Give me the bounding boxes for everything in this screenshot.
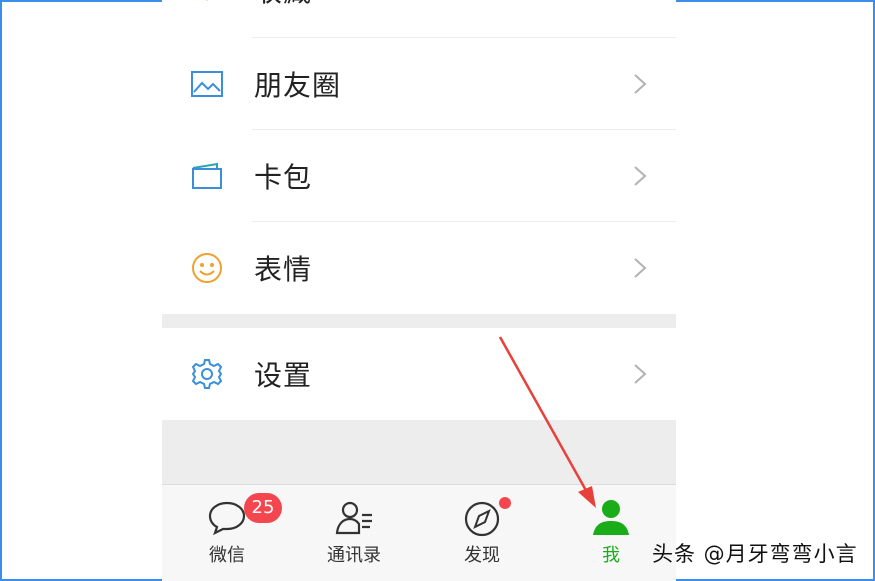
tab-label: 我 bbox=[602, 545, 620, 566]
menu-item-stickers[interactable]: 表情 bbox=[162, 222, 676, 314]
chevron-right-icon bbox=[634, 74, 647, 94]
card-wallet-icon bbox=[190, 159, 224, 193]
me-person-icon bbox=[593, 500, 629, 535]
settings-gear-icon bbox=[190, 357, 224, 391]
empty-area bbox=[162, 420, 676, 484]
menu-item-moments[interactable]: 朋友圈 bbox=[162, 38, 676, 130]
bottom-tab-bar: 25 微信 通讯录 发现 我 bbox=[162, 484, 676, 581]
section-gap bbox=[162, 314, 676, 328]
phone-screen: 收藏 朋友圈 卡包 bbox=[162, 0, 676, 581]
compass-icon bbox=[464, 501, 500, 537]
tab-label: 通讯录 bbox=[327, 545, 381, 566]
tab-label: 发现 bbox=[464, 545, 500, 566]
menu-item-label: 朋友圈 bbox=[254, 69, 342, 102]
menu-item-favorites[interactable]: 收藏 bbox=[162, 0, 676, 36]
chevron-right-icon bbox=[634, 364, 647, 384]
menu-item-label: 表情 bbox=[254, 253, 313, 286]
new-content-dot bbox=[499, 497, 511, 509]
menu-item-card-wallet[interactable]: 卡包 bbox=[162, 130, 676, 222]
contacts-icon bbox=[335, 501, 372, 535]
favorites-icon bbox=[190, 0, 224, 7]
unread-count-badge: 25 bbox=[244, 493, 282, 523]
chat-bubble-icon bbox=[208, 501, 246, 536]
menu-item-settings[interactable]: 设置 bbox=[162, 328, 676, 420]
tab-discover[interactable]: 发现 bbox=[427, 485, 537, 581]
menu-item-label: 设置 bbox=[254, 359, 313, 392]
chevron-right-icon bbox=[634, 258, 647, 278]
chevron-right-icon bbox=[634, 166, 647, 186]
menu-item-label: 收藏 bbox=[254, 0, 312, 10]
tab-chats[interactable]: 25 微信 bbox=[172, 485, 282, 581]
menu-item-label: 卡包 bbox=[254, 161, 313, 194]
moments-picture-icon bbox=[190, 67, 224, 101]
tab-label: 微信 bbox=[209, 545, 245, 566]
tab-me[interactable]: 我 bbox=[556, 485, 666, 581]
smiley-icon bbox=[190, 251, 224, 285]
watermark: 头条 @月牙弯弯小言 bbox=[652, 542, 858, 566]
tab-contacts[interactable]: 通讯录 bbox=[299, 485, 409, 581]
